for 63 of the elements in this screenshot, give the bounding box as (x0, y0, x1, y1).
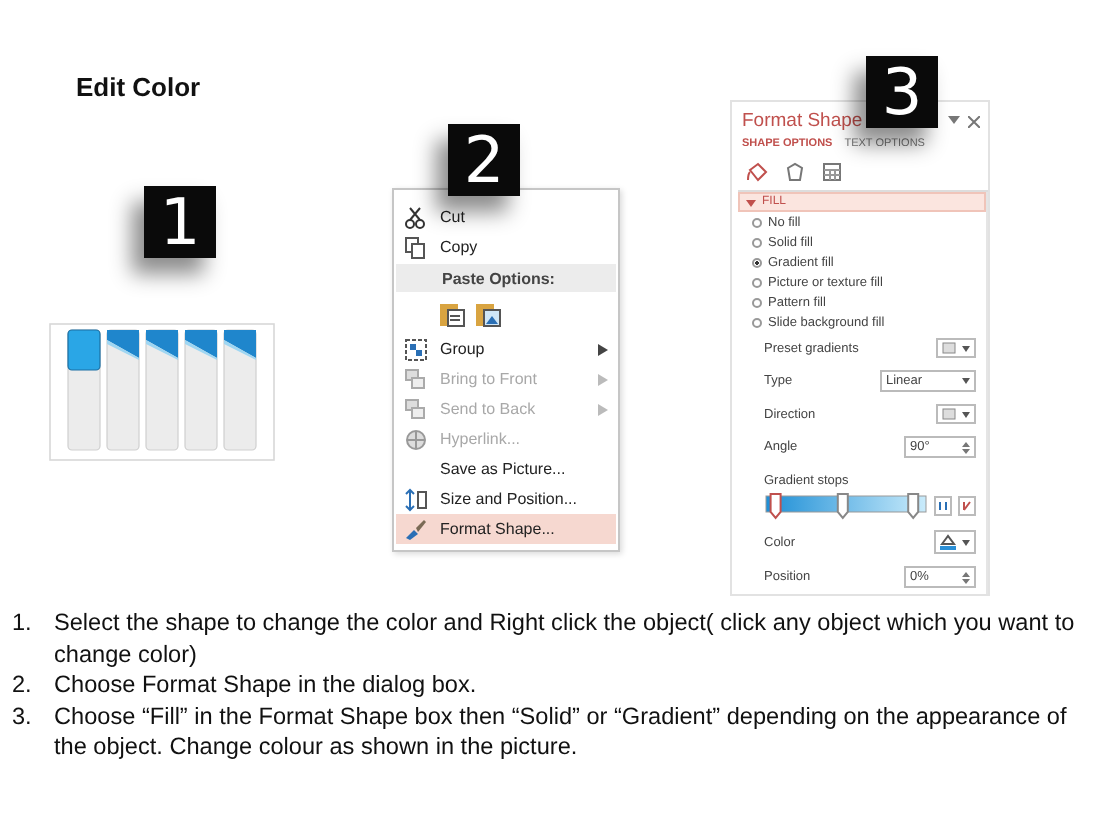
dropdown-button[interactable] (936, 338, 976, 358)
menu-section-header: Paste Options: (396, 264, 616, 292)
dropdown-icon[interactable] (948, 115, 960, 123)
pane-title: Format Shape (742, 110, 863, 132)
step-number-badge: 2 (448, 124, 520, 196)
gradient-stop-handle[interactable] (907, 493, 920, 520)
caret-icon (962, 539, 970, 545)
step-text: Choose “Fill” in the Format Shape box then “Solid” or “Gradient” depending on the appearance of the object. Change colour as shown in the picture. (54, 701, 1069, 763)
collapse-icon (746, 197, 756, 207)
menu-item[interactable]: Group (396, 334, 616, 364)
bar-shape[interactable] (223, 329, 257, 451)
layers-icon (404, 397, 428, 421)
gradient-stop-handle[interactable] (836, 493, 849, 520)
copy-icon (404, 235, 428, 259)
menu-item[interactable]: Save as Picture... (396, 454, 616, 484)
caret-icon (962, 345, 970, 351)
bar-shape[interactable] (67, 329, 101, 451)
color-picker-button[interactable] (934, 530, 976, 554)
menu-item[interactable]: Format Shape... (396, 514, 616, 544)
paint-bucket-icon[interactable] (746, 162, 768, 182)
pentagon-icon[interactable] (784, 162, 806, 182)
radio-button[interactable] (752, 297, 762, 307)
layers-icon (404, 367, 428, 391)
menu-item[interactable]: Copy (396, 232, 616, 262)
radio-button[interactable] (752, 317, 762, 327)
cut-icon (404, 205, 428, 229)
radio-button[interactable] (752, 237, 762, 247)
step-text: Choose Format Shape in the dialog box. (54, 670, 477, 701)
caret-icon (962, 411, 970, 417)
globe-icon (404, 427, 428, 451)
spinner-arrows-icon (962, 571, 970, 583)
radio-button[interactable] (752, 217, 762, 227)
bar-shape[interactable] (106, 329, 140, 451)
step-number-badge: 3 (866, 56, 938, 128)
submenu-arrow-icon (598, 343, 608, 355)
bar-shape[interactable] (145, 329, 179, 451)
slide-title: Edit Color (76, 72, 203, 102)
submenu-arrow-icon (598, 403, 608, 415)
dropdown-button[interactable] (936, 404, 976, 424)
step-number: 1. (12, 608, 34, 640)
swatch-icon (942, 342, 956, 354)
swatch-icon (942, 408, 956, 420)
menu-item[interactable]: Size and Position... (396, 484, 616, 514)
caret-icon (962, 378, 970, 384)
step-number: 2. (12, 670, 34, 701)
fill-color-icon (940, 534, 956, 550)
radio-button[interactable] (752, 277, 762, 287)
menu-item[interactable]: Cut (396, 202, 616, 232)
paste-icon[interactable] (438, 300, 466, 328)
size-icon (404, 487, 428, 511)
layout-icon[interactable] (822, 162, 842, 182)
close-icon[interactable] (968, 115, 980, 127)
spinner-arrows-icon (962, 441, 970, 453)
brush-icon (404, 517, 428, 541)
gradient-stop-handle[interactable] (769, 493, 782, 520)
bar-shape[interactable] (184, 329, 218, 451)
group-icon (404, 337, 428, 361)
paste-picture-icon[interactable] (474, 300, 502, 328)
step-number-badge: 1 (144, 186, 216, 258)
step-text: Select the shape to change the color and Right click the object( click any object which you want to change color) (54, 608, 1077, 670)
radio-button[interactable] (752, 257, 762, 267)
step-number: 3. (12, 701, 34, 733)
submenu-arrow-icon (598, 373, 608, 385)
